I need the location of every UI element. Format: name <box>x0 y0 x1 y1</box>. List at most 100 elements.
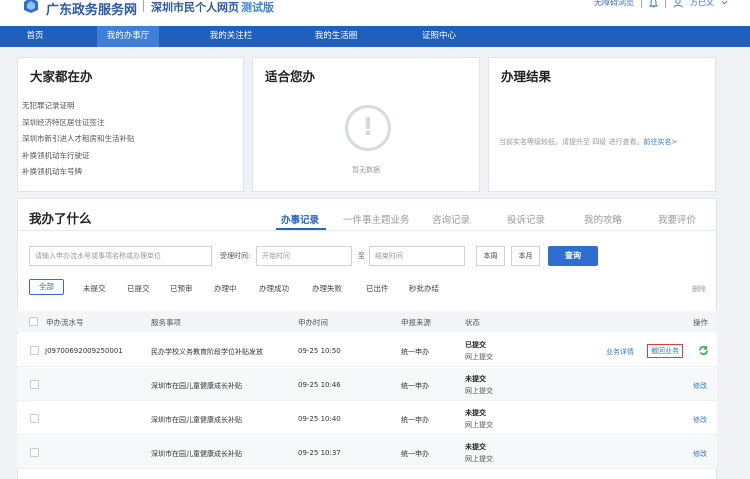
nav-item-my-follow[interactable]: 我的关注栏 <box>200 26 262 47</box>
search-input[interactable]: 请输入申办流水号或事项名称或办理单位 <box>29 246 212 266</box>
row-service[interactable]: 民办学校义务教育阶段学位补贴发放 <box>151 347 263 357</box>
row-checkbox[interactable] <box>30 346 39 355</box>
row-status: 已提交 <box>465 341 486 349</box>
col-time: 申办时间 <box>298 318 328 327</box>
go-verify-link[interactable]: 前往实名> <box>643 138 677 146</box>
nav-item-my-life[interactable]: 我的生活圈 <box>305 26 367 47</box>
nav-item-home[interactable]: 首页 <box>10 26 60 47</box>
popular-item[interactable]: 深圳市新引进人才租房和生活补贴 <box>22 131 135 148</box>
row-status: 未提交 <box>465 375 486 383</box>
refresh-icon[interactable] <box>698 345 709 356</box>
filter-prereviewed[interactable]: 已预审 <box>170 283 193 294</box>
filter-issued[interactable]: 已出件 <box>366 283 389 294</box>
tab-complaint[interactable]: 投诉记录 <box>507 212 545 226</box>
select-all-checkbox[interactable] <box>29 317 38 326</box>
row-source: 统一申办 <box>401 416 429 424</box>
popular-panel: 大家都在办 无犯罪记录证明 深圳经济特区居住证签注 深圳市新引进人才租房和生活补… <box>17 57 244 192</box>
row-channel: 网上提交 <box>465 421 493 429</box>
records-title: 我办了什么 <box>29 211 92 226</box>
accessibility-link[interactable]: 无障碍浏览 <box>594 0 634 8</box>
row-service[interactable]: 深圳市在园儿童健康成长补贴 <box>151 381 242 391</box>
to-label: 至 <box>358 252 365 260</box>
table-row <box>17 402 717 435</box>
header-tools: 无障碍浏览 方已文 <box>594 0 728 8</box>
table-header <box>17 311 717 332</box>
row-channel: 网上提交 <box>465 353 493 361</box>
chevron-down-icon[interactable] <box>721 0 728 5</box>
end-time-input[interactable]: 结束时间 <box>369 246 465 266</box>
withdraw-business-button[interactable]: 撤回业务 <box>647 344 683 358</box>
tab-divider <box>17 230 717 231</box>
business-detail-link[interactable]: 业务详情 <box>606 347 634 357</box>
tab-active-indicator <box>276 228 326 230</box>
popular-panel-title: 大家都在办 <box>30 69 93 84</box>
suitable-panel-title: 适合您办 <box>265 69 316 84</box>
row-source: 统一申办 <box>401 382 429 390</box>
tab-guide[interactable]: 我的攻略 <box>584 212 622 226</box>
col-ops: 操作 <box>693 318 708 327</box>
suitable-panel: 适合您办 ! 暂无数据 <box>252 57 480 192</box>
table-row <box>17 436 717 469</box>
tab-one-thing[interactable]: 一件事主题业务 <box>343 212 410 226</box>
main-nav: 首页 我的办事厅 我的关注栏 我的生活圈 证照中心 <box>0 26 750 47</box>
filter-instant[interactable]: 秒批办结 <box>409 283 439 294</box>
empty-state-text: 暂无数据 <box>352 166 380 174</box>
query-button[interactable]: 查询 <box>548 246 598 266</box>
top-header: 广东政务服务网 深圳市民个人网页 测试版 无障碍浏览 方已文 <box>0 0 750 26</box>
filter-submitted[interactable]: 已提交 <box>127 283 150 294</box>
tab-evaluate[interactable]: 我要评价 <box>658 212 696 226</box>
row-source: 统一申办 <box>401 348 429 356</box>
nav-item-my-hall[interactable]: 我的办事厅 <box>97 26 159 47</box>
this-week-button[interactable]: 本周 <box>476 246 505 266</box>
row-checkbox[interactable] <box>30 448 39 457</box>
filter-failed[interactable]: 办理失败 <box>312 283 342 294</box>
modify-link[interactable]: 修改 <box>693 381 707 391</box>
filter-not-submitted[interactable]: 未提交 <box>83 283 106 294</box>
row-channel: 网上提交 <box>465 455 493 463</box>
popular-item[interactable]: 深圳经济特区居住证签注 <box>22 115 135 132</box>
page-subtitle: 深圳市民个人网页 <box>151 1 239 14</box>
accept-time-label: 受理时间: <box>220 252 251 260</box>
user-name[interactable]: 方已文 <box>690 0 714 8</box>
brand-title[interactable]: 广东政务服务网 <box>46 0 137 18</box>
popular-item[interactable]: 补换领机动车行驶证 <box>22 148 135 165</box>
results-message-text: 当前实名等级较低，请提升至 四级 进行查看。 <box>499 138 644 146</box>
row-checkbox[interactable] <box>30 380 39 389</box>
row-source: 统一申办 <box>401 450 429 458</box>
filter-success[interactable]: 办理成功 <box>259 283 289 294</box>
tab-records[interactable]: 办事记录 <box>281 212 319 226</box>
delete-link[interactable]: 删除 <box>692 284 706 294</box>
row-checkbox[interactable] <box>30 414 39 423</box>
modify-link[interactable]: 修改 <box>693 415 707 425</box>
col-service: 服务事项 <box>151 318 181 327</box>
filter-processing[interactable]: 办理中 <box>214 283 237 294</box>
nav-item-license-center[interactable]: 证照中心 <box>408 26 470 47</box>
col-serial: 申办流水号 <box>46 318 84 327</box>
row-status: 未提交 <box>465 409 486 417</box>
modify-link[interactable]: 修改 <box>693 449 707 459</box>
row-serial: J09700692009250001 <box>45 347 123 355</box>
tab-consult[interactable]: 咨询记录 <box>432 212 470 226</box>
user-icon[interactable] <box>673 0 683 8</box>
row-time: 09-25 10:46 <box>298 381 341 389</box>
header-tools-divider <box>641 0 642 8</box>
row-service[interactable]: 深圳市在园儿童健康成长补贴 <box>151 449 242 459</box>
filter-all[interactable]: 全部 <box>29 279 64 295</box>
popular-item[interactable]: 补换领机动车号牌 <box>22 164 135 181</box>
test-version-tag: 测试版 <box>241 1 274 14</box>
row-time: 09-25 10:37 <box>298 449 341 457</box>
logo-icon[interactable] <box>22 0 40 14</box>
header-tools-divider-2 <box>665 0 666 8</box>
results-panel: 办理结果 当前实名等级较低，请提升至 四级 进行查看。前往实名> <box>488 57 716 192</box>
popular-item[interactable]: 无犯罪记录证明 <box>22 98 135 115</box>
row-time: 09-25 10:50 <box>298 347 341 355</box>
results-panel-title: 办理结果 <box>501 69 552 84</box>
col-status: 状态 <box>465 318 480 327</box>
results-message: 当前实名等级较低，请提升至 四级 进行查看。前往实名> <box>499 137 677 147</box>
this-month-button[interactable]: 本月 <box>511 246 540 266</box>
col-source: 申报来源 <box>401 318 431 327</box>
bell-icon[interactable] <box>649 0 658 8</box>
start-time-input[interactable]: 开始时间 <box>256 246 352 266</box>
row-service[interactable]: 深圳市在园儿童健康成长补贴 <box>151 415 242 425</box>
row-status: 未提交 <box>465 443 486 451</box>
